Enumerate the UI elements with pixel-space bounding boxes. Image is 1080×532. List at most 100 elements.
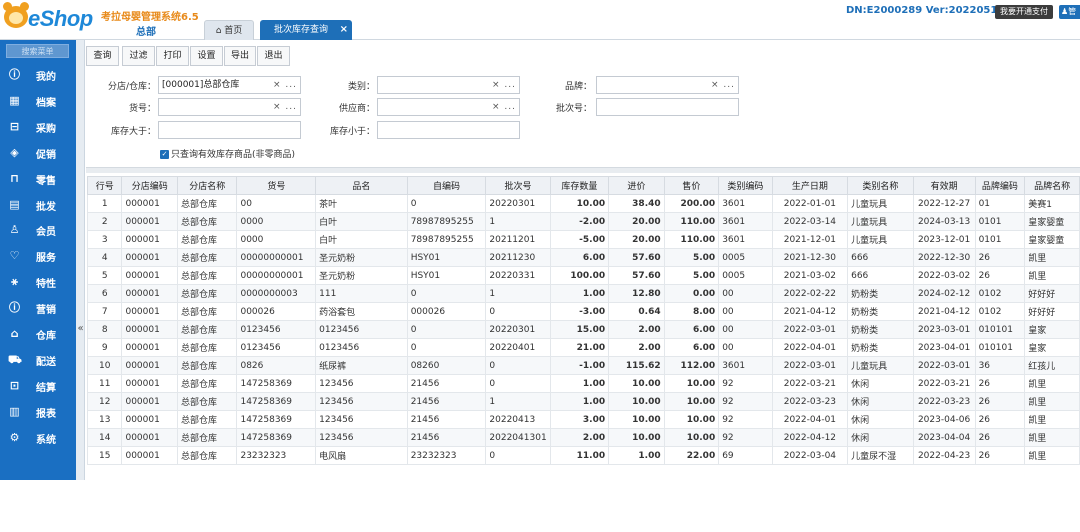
column-header[interactable]: 品牌名称 xyxy=(1024,176,1080,195)
sidebar-item[interactable]: ⚙ 系统 xyxy=(0,424,76,450)
sidebar-item[interactable]: ▤ 批发 xyxy=(0,191,76,217)
sidebar-item-label: 系统 xyxy=(36,434,56,446)
table-cell: HSY01 xyxy=(406,248,487,267)
table-cell: 010101 xyxy=(974,320,1026,339)
table-cell: 0 xyxy=(406,194,487,213)
sidebar-item[interactable]: ⚹ 特性 xyxy=(0,268,76,294)
table-cell: 6 xyxy=(86,284,123,303)
table-row[interactable]: 10 000001 总部仓库 0826 纸尿裤 08260 0 -1.00 115.62 112.… xyxy=(86,356,1080,375)
sidebar-item[interactable]: ⓘ 我的 xyxy=(0,61,76,87)
sidebar-item[interactable]: ⊟ 采购 xyxy=(0,113,76,139)
table-cell: 00 xyxy=(718,320,773,339)
table-row[interactable]: 7 000001 总部仓库 000026 药浴套包 000026 0 -3.00 0.64 8.0… xyxy=(86,302,1080,321)
column-header[interactable]: 分店编码 xyxy=(121,176,179,195)
valid-stock-checkbox[interactable]: ✓ 只查询有效库存商品(非零商品) xyxy=(160,147,295,160)
app-logo[interactable]: eShop xyxy=(3,2,94,36)
stock-less-label: 库存小于： xyxy=(329,127,375,137)
column-header[interactable]: 售价 xyxy=(663,176,720,195)
table-row[interactable]: 6 000001 总部仓库 0000000003 111 0 1 1.00 12.80 0.00 0… xyxy=(86,284,1080,303)
clear-browse-icon[interactable]: × ... xyxy=(711,77,735,93)
sidebar-item[interactable]: ⌂ 仓库 xyxy=(0,320,76,346)
table-cell: 3601 xyxy=(718,194,773,213)
clear-browse-icon[interactable]: × ... xyxy=(273,77,297,93)
table-cell: 1 xyxy=(485,392,551,411)
column-header[interactable]: 类别名称 xyxy=(847,176,914,195)
query-button[interactable]: 查询 xyxy=(86,46,119,66)
column-header[interactable]: 品牌编码 xyxy=(974,176,1026,195)
sidebar-collapse-handle[interactable]: « xyxy=(76,40,85,480)
sku-select[interactable]: × ... xyxy=(158,98,301,116)
stock-greater-input[interactable] xyxy=(158,121,301,139)
menu-search-input[interactable]: 搜索菜单 xyxy=(6,44,69,58)
table-cell: 0102 xyxy=(974,284,1026,303)
column-header[interactable]: 生产日期 xyxy=(771,176,849,195)
column-header[interactable]: 进价 xyxy=(608,176,665,195)
clear-browse-icon[interactable]: × ... xyxy=(492,99,516,115)
stock-less-input[interactable] xyxy=(377,121,520,139)
batch-input[interactable] xyxy=(596,98,739,116)
sidebar-item[interactable]: ⓘ 营销 xyxy=(0,294,76,320)
tab-batch-inventory[interactable]: 批次库存查询 × xyxy=(260,20,352,40)
table-row[interactable]: 8 000001 总部仓库 0123456 0123456 0 20220301 15.00 2… xyxy=(86,320,1080,339)
table-row[interactable]: 13 000001 总部仓库 147258369 123456 21456 20220413… xyxy=(86,410,1080,429)
sidebar-item[interactable]: ♡ 服务 xyxy=(0,242,76,268)
sidebar-item[interactable]: ▦ 档案 xyxy=(0,87,76,113)
table-cell: 10.00 xyxy=(663,410,720,429)
sidebar-item[interactable]: ♙ 会员 xyxy=(0,216,76,242)
column-header[interactable]: 品名 xyxy=(315,176,408,195)
table-cell: 2022-03-21 xyxy=(771,374,849,393)
category-select[interactable]: × ... xyxy=(377,76,520,94)
tab-home[interactable]: ⌂ 首页 xyxy=(204,20,254,40)
column-header[interactable]: 库存数量 xyxy=(549,176,610,195)
table-row[interactable]: 2 000001 总部仓库 0000 白叶 78987895255 1 -2.00 20.00 1… xyxy=(86,212,1080,231)
clear-browse-icon[interactable]: × ... xyxy=(492,77,516,93)
close-icon[interactable]: × xyxy=(340,20,348,40)
sidebar-item[interactable]: ⊡ 结算 xyxy=(0,372,76,398)
column-header[interactable]: 批次号 xyxy=(485,176,551,195)
sidebar-item-label: 促销 xyxy=(36,149,56,161)
table-cell: 总部仓库 xyxy=(177,194,238,213)
table-row[interactable]: 15 000001 总部仓库 23232323 电风扇 23232323 0 11.00 1.0… xyxy=(86,446,1080,465)
user-menu-button[interactable]: ♟管 xyxy=(1059,5,1080,19)
sidebar-item[interactable]: ▥ 报表 xyxy=(0,398,76,424)
brand-select[interactable]: × ... xyxy=(596,76,739,94)
table-row[interactable]: 14 000001 总部仓库 147258369 123456 21456 20220413… xyxy=(86,428,1080,447)
table-row[interactable]: 12 000001 总部仓库 147258369 123456 21456 1 1.00 10.… xyxy=(86,392,1080,411)
supplier-select[interactable]: × ... xyxy=(377,98,520,116)
table-cell: 0.64 xyxy=(608,302,665,321)
column-header[interactable]: 类别编码 xyxy=(718,176,773,195)
clear-browse-icon[interactable]: × ... xyxy=(273,99,297,115)
exit-button[interactable]: 退出 xyxy=(257,46,290,66)
table-row[interactable]: 9 000001 总部仓库 0123456 0123456 0 20220401 21.00 2… xyxy=(86,338,1080,357)
column-header[interactable]: 行号 xyxy=(86,176,123,195)
table-row[interactable]: 11 000001 总部仓库 147258369 123456 21456 0 1.00 10.… xyxy=(86,374,1080,393)
table-cell: 92 xyxy=(718,392,773,411)
column-header[interactable]: 货号 xyxy=(236,176,317,195)
sidebar-item[interactable]: ⛟ 配送 xyxy=(0,346,76,372)
print-button[interactable]: 打印 xyxy=(156,46,189,66)
table-row[interactable]: 3 000001 总部仓库 0000 白叶 78987895255 20211201 -5.0… xyxy=(86,230,1080,249)
sidebar-item[interactable]: ◈ 促销 xyxy=(0,139,76,165)
settings-button[interactable]: 设置 xyxy=(190,46,223,66)
table-row[interactable]: 4 000001 总部仓库 00000000001 圣元奶粉 HSY01 20211230 6… xyxy=(86,248,1080,267)
supplier-label: 供应商： xyxy=(338,104,375,114)
table-cell: 儿童玩具 xyxy=(847,356,914,375)
warehouse-icon: ⌂ xyxy=(10,327,19,340)
table-cell: 10.00 xyxy=(549,194,610,213)
export-button[interactable]: 导出 xyxy=(224,46,256,66)
table-cell: 总部仓库 xyxy=(177,356,238,375)
table-cell: 0123456 xyxy=(315,338,408,357)
activate-payment-button[interactable]: 我要开通支付 xyxy=(995,5,1053,19)
sidebar-item[interactable]: ⊓ 零售 xyxy=(0,165,76,191)
bear-logo-icon xyxy=(3,2,29,28)
store-select[interactable]: [000001]总部仓库 × ... xyxy=(158,76,301,94)
column-header[interactable]: 有效期 xyxy=(912,176,976,195)
bar-chart-icon: ▥ xyxy=(9,404,20,418)
table-row[interactable]: 1 000001 总部仓库 00 茶叶 0 20220301 10.00 38.40 200.00… xyxy=(86,194,1080,213)
column-header[interactable]: 分店名称 xyxy=(177,176,238,195)
table-cell: 000001 xyxy=(121,428,179,447)
table-cell: 0123456 xyxy=(236,320,317,339)
filter-button[interactable]: 过滤 xyxy=(122,46,155,66)
column-header[interactable]: 自编码 xyxy=(406,176,487,195)
table-row[interactable]: 5 000001 总部仓库 00000000001 圣元奶粉 HSY01 20220331 1… xyxy=(86,266,1080,285)
